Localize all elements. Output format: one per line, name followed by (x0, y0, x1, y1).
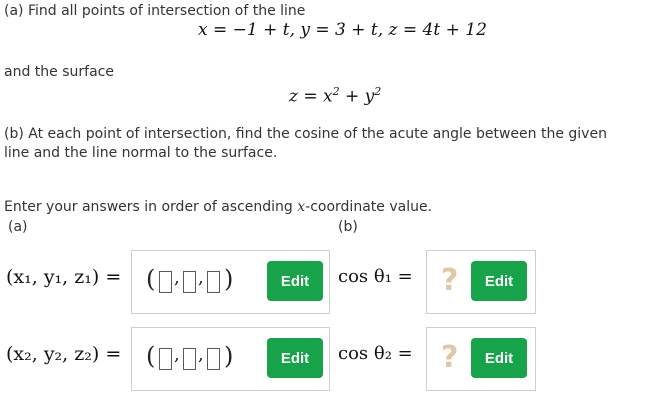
line-equation: x = −1 + t, y = 3 + t, z = 4t + 12 (198, 20, 487, 40)
comma: , (198, 267, 204, 288)
instructions-after: -coordinate value. (305, 199, 433, 215)
part-b-prompt-line1: (b) At each point of intersection, find … (4, 126, 607, 142)
question-mark-icon: ? (441, 263, 459, 298)
close-paren: ) (224, 342, 234, 370)
instructions-before: Enter your answers in order of ascending (4, 199, 298, 215)
instructions-variable: x (297, 199, 306, 215)
instructions: Enter your answers in order of ascending… (4, 199, 432, 215)
y1-input[interactable] (183, 271, 196, 293)
edit-point-2-button[interactable]: Edit (267, 338, 323, 378)
x1-input[interactable] (159, 271, 172, 293)
surface-lhs: z = x (289, 86, 333, 107)
open-paren: ( (146, 265, 156, 293)
open-paren: ( (146, 342, 156, 370)
cos-1-answer-box: ? Edit (426, 250, 536, 314)
point-2-label: (x₂, y₂, z₂) = (6, 343, 122, 365)
point-1-answer-box: ( , , ) Edit (131, 250, 330, 314)
exponent-2: 2 (374, 85, 382, 98)
close-paren: ) (224, 265, 234, 293)
cos-2-label: cos θ₂ = (338, 343, 413, 364)
z1-input[interactable] (207, 271, 220, 293)
comma: , (174, 267, 180, 288)
cos-2-answer-box: ? Edit (426, 327, 536, 391)
edit-point-1-button[interactable]: Edit (267, 261, 323, 301)
cos-1-label: cos θ₁ = (338, 266, 413, 287)
question-mark-icon: ? (441, 340, 459, 375)
exponent-1: 2 (332, 85, 340, 98)
edit-cos-1-button[interactable]: Edit (471, 261, 527, 301)
z2-input[interactable] (207, 348, 220, 370)
part-b-prompt-line2: line and the line normal to the surface. (4, 145, 278, 161)
y2-input[interactable] (183, 348, 196, 370)
column-b-label: (b) (338, 219, 358, 235)
surface-intro: and the surface (4, 64, 114, 80)
comma: , (198, 344, 204, 365)
point-1-label: (x₁, y₁, z₁) = (6, 266, 122, 288)
part-a-prompt: (a) Find all points of intersection of t… (4, 3, 306, 19)
x2-input[interactable] (159, 348, 172, 370)
surface-equation: z = x2 + y2 (289, 85, 381, 107)
surface-mid: + y (339, 86, 375, 107)
edit-cos-2-button[interactable]: Edit (471, 338, 527, 378)
point-2-answer-box: ( , , ) Edit (131, 327, 330, 391)
comma: , (174, 344, 180, 365)
column-a-label: (a) (8, 219, 28, 235)
